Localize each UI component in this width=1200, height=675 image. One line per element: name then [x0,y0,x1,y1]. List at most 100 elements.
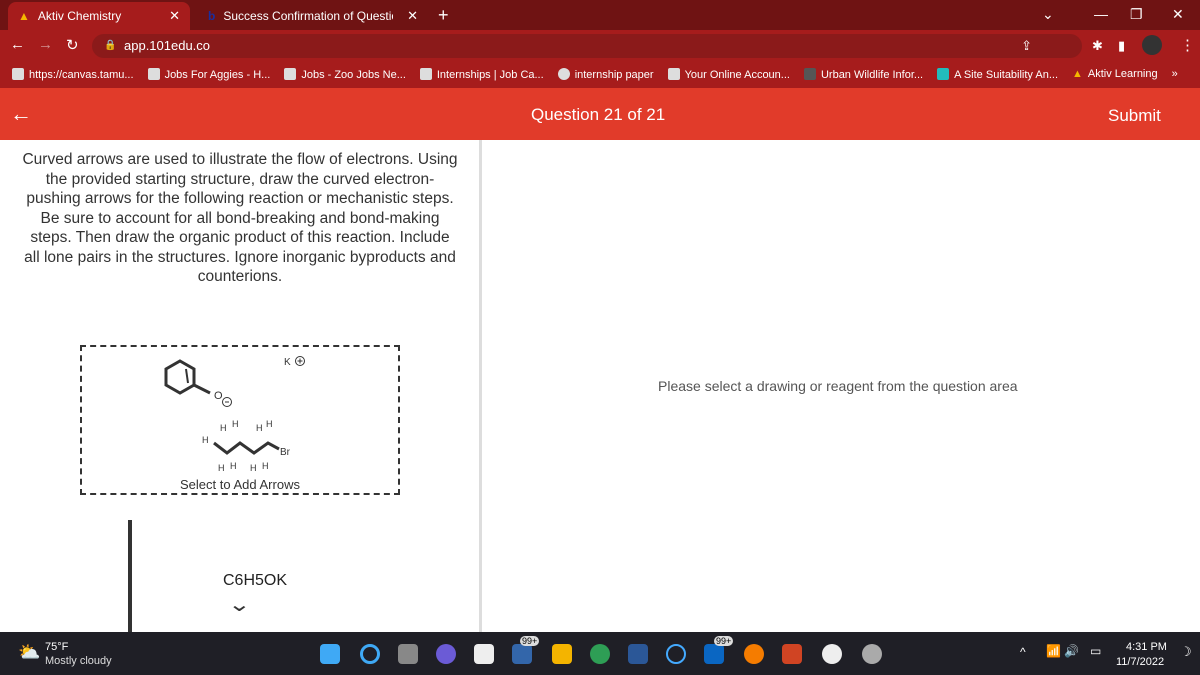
volume-icon[interactable]: 🔊 [1064,644,1079,658]
bookmark-zoo-jobs[interactable]: Jobs - Zoo Jobs Ne... [284,67,406,81]
bookmark-label: Aktiv Learning [1087,68,1158,80]
more-bookmarks-icon[interactable]: » [1172,68,1178,80]
share-icon[interactable]: ⇪ [1021,38,1032,54]
globe-icon [557,67,570,80]
forward-icon[interactable]: → [38,36,53,53]
site-icon [937,67,950,80]
starting-structure: O K Br HH H HH HHHH [164,356,305,473]
powerpoint-icon[interactable] [782,644,802,664]
back-icon[interactable]: ← [10,36,25,53]
svg-text:H: H [250,463,257,473]
start-icon[interactable] [320,644,340,664]
notifications-icon[interactable]: ☽ [1180,644,1192,660]
bookmark-label: Urban Wildlife Infor... [820,68,924,81]
tab-title: Success Confirmation of Questio [223,9,394,23]
store-icon[interactable] [474,644,494,664]
tray-chevron-icon[interactable]: ^ [1020,645,1026,659]
file-explorer-icon[interactable] [552,644,572,664]
settings-icon[interactable] [862,644,882,664]
tab-aktiv-chemistry[interactable]: ▲ Aktiv Chemistry ✕ [8,2,190,30]
question-counter: Question 21 of 21 [531,105,666,124]
chrome-icon[interactable] [822,644,842,664]
cortana-icon[interactable] [666,644,686,664]
svg-text:H: H [220,423,227,433]
wifi-icon[interactable]: 📶 [1046,644,1061,658]
bookmarks-bar: https://canvas.tamu... Jobs For Aggies -… [0,60,1200,88]
clock-time[interactable]: 4:31 PM [1126,641,1167,653]
url-field[interactable]: 🔒 app.101edu.co ⇪ [92,34,1082,58]
bartleby-icon: b [208,9,216,23]
app-header: ← Question 21 of 21 Submit [0,88,1200,140]
bookmark-label: Jobs - Zoo Jobs Ne... [301,68,406,81]
tamu-icon [12,67,24,80]
aktiv-icon: ▲ [1072,68,1083,80]
mail-badge: 99+ [520,636,540,646]
close-tab-icon[interactable]: ✕ [169,8,180,24]
account-icon [667,67,680,80]
close-window-icon[interactable]: ✕ [1172,6,1184,23]
bookmark-label: Internships | Job Ca... [436,68,544,81]
restore-icon[interactable]: ❐ [1130,6,1143,23]
minimize-icon[interactable]: — [1094,6,1108,22]
submit-button[interactable]: Submit [1108,106,1161,126]
tab-bar: ▲ Aktiv Chemistry ✕ b Success Confirmation … [0,0,1200,30]
benzene-ring [164,359,211,395]
internships-icon [419,67,432,80]
edge-icon[interactable] [590,644,610,664]
taskbar: ⛅ 75°F Mostly cloudy 99+ 99+ ^ 📶 🔊 ▭ 4:3… [0,632,1200,675]
bookmark-site-suitability[interactable]: A Site Suitability An... [937,67,1058,81]
bookmark-label: Jobs For Aggies - H... [164,68,271,81]
teams-icon[interactable] [704,644,724,664]
bookmark-jobs-aggies[interactable]: Jobs For Aggies - H... [147,67,271,81]
search-icon[interactable] [360,644,380,664]
chevron-down-icon[interactable]: ⌄ [228,592,251,617]
url-text: app.101edu.co [124,38,211,53]
select-to-add-arrows[interactable]: Select to Add Arrows [180,477,300,492]
bookmark-online-account[interactable]: Your Online Accoun... [667,67,790,81]
reaction-arrow [128,520,132,632]
new-tab-icon[interactable]: + [438,5,449,26]
tamu-icon [147,67,160,80]
chat-icon[interactable] [436,644,456,664]
mail-icon[interactable] [512,644,532,664]
potassium-cation: K [284,357,291,368]
sidebar-icon[interactable]: ▮ [1118,38,1125,54]
task-view-icon[interactable] [398,644,418,664]
tab-search-icon[interactable]: ⌄ [1042,6,1054,23]
tab-title: Aktiv Chemistry [37,9,122,23]
weather-text: Mostly cloudy [45,655,112,667]
bookmark-internship-paper[interactable]: internship paper [557,67,654,81]
reload-icon[interactable]: ↻ [66,36,79,54]
bookmark-urban-wildlife[interactable]: Urban Wildlife Infor... [803,67,924,81]
question-prompt: Curved arrows are used to illustrate the… [22,151,458,285]
drawing-area[interactable]: O K Br HHH HH HHHH Select to Add Arrows [80,345,400,495]
back-arrow-icon[interactable]: ← [10,101,32,127]
close-tab-icon[interactable]: ✕ [407,8,418,24]
lock-icon: 🔒 [104,40,117,51]
battery-icon[interactable]: ▭ [1090,644,1101,658]
bromine-atom: Br [280,447,291,458]
opera-icon[interactable] [744,644,764,664]
profile-avatar[interactable] [1142,35,1162,55]
svg-text:H: H [256,423,263,433]
clock-date[interactable]: 11/7/2022 [1116,656,1164,668]
extensions-icon[interactable]: ✱ [1092,38,1103,54]
temperature: 75°F [45,641,69,653]
reagent-label[interactable]: C6H5OK [223,572,287,590]
butyl-chain [213,441,280,455]
word-icon[interactable] [628,644,648,664]
empty-state-message: Please select a drawing or reagent from … [658,378,1018,394]
menu-icon[interactable]: ⋮ [1180,36,1195,54]
bookmark-label: internship paper [574,68,654,81]
svg-text:H: H [202,435,209,445]
bookmark-canvas[interactable]: https://canvas.tamu... [12,67,134,81]
svg-text:H: H [230,461,237,471]
question-panel: Curved arrows are used to illustrate the… [0,140,482,632]
svg-text:H: H [266,419,273,429]
bookmark-aktiv-learning[interactable]: ▲ Aktiv Learning [1072,68,1158,80]
bookmark-internships[interactable]: Internships | Job Ca... [419,67,544,81]
tab-success-confirmation[interactable]: b Success Confirmation of Questio ✕ [198,2,428,30]
oxygen-atom: O [214,390,223,402]
bookmark-label: Your Online Accoun... [684,68,790,81]
zoo-icon [284,67,297,80]
